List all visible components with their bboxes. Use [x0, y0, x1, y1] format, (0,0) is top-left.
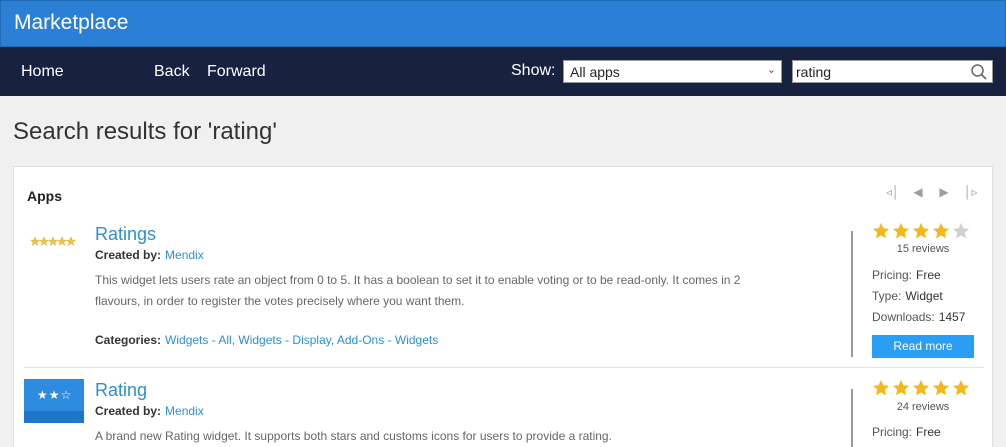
- search-input[interactable]: rating: [792, 60, 993, 83]
- created-by-label: Created by:: [95, 404, 162, 418]
- star-filled-icon: [892, 222, 910, 239]
- star-filled-icon: [932, 379, 950, 396]
- creator-link[interactable]: Mendix: [165, 248, 204, 262]
- search-icon[interactable]: [970, 63, 988, 81]
- pricing-value: Free: [916, 425, 941, 439]
- created-by: Created by: Mendix: [95, 248, 204, 262]
- read-more-button[interactable]: Read more: [872, 335, 974, 358]
- title-bar: Marketplace: [0, 0, 1006, 47]
- app-description: This widget lets users rate an object fr…: [95, 270, 755, 312]
- last-page-icon[interactable]: │▹: [964, 185, 978, 199]
- star-filled-icon: [912, 379, 930, 396]
- type-label: Type:: [872, 289, 902, 303]
- forward-link[interactable]: Forward: [207, 63, 266, 81]
- show-label: Show:: [511, 62, 556, 79]
- created-by-label: Created by:: [95, 248, 162, 262]
- creator-link[interactable]: Mendix: [165, 404, 204, 418]
- pricing-label: Pricing:: [872, 268, 913, 282]
- type-value: Widget: [905, 289, 943, 303]
- pager: ◃│ ◀ ▶ │▹: [886, 185, 978, 199]
- prev-page-icon[interactable]: ◀: [912, 185, 924, 199]
- reviews-count: 15 reviews: [896, 243, 950, 255]
- ratings-thumbnail[interactable]: [30, 236, 80, 248]
- star-filled-icon: [932, 222, 950, 239]
- downloads-value: 1457: [938, 310, 966, 324]
- next-page-icon[interactable]: ▶: [938, 185, 950, 199]
- star-filled-icon: [912, 222, 930, 239]
- thumbnail-band: [24, 411, 84, 423]
- app-title: Marketplace: [14, 11, 129, 34]
- app-filter-select[interactable]: All apps ⌄: [563, 60, 782, 83]
- divider: [24, 367, 984, 368]
- results-panel: Apps ◃│ ◀ ▶ │▹ Ratings Created by: Mendix…: [13, 166, 993, 447]
- downloads-label: Downloads:: [872, 310, 935, 324]
- home-link[interactable]: Home: [21, 63, 64, 81]
- categories-links[interactable]: Widgets - All, Widgets - Display, Add-On…: [165, 333, 438, 347]
- type-stat: Type: Widget: [872, 289, 943, 303]
- star-filled-icon: [872, 379, 890, 396]
- divider: [851, 231, 853, 357]
- app-name-link[interactable]: Ratings: [95, 224, 156, 245]
- search-value: rating: [796, 64, 832, 80]
- star-rating: [872, 379, 970, 397]
- pricing-stat: Pricing: Free: [872, 268, 941, 282]
- description-line: flavours, in order to register the votes…: [95, 294, 465, 308]
- app-description: A brand new Rating widget. It supports b…: [95, 426, 755, 447]
- star-filled-icon: [872, 222, 890, 239]
- first-page-icon[interactable]: ◃│: [886, 185, 900, 199]
- reviews-count: 24 reviews: [896, 401, 950, 413]
- categories-label: Categories:: [95, 333, 162, 347]
- description-line: A brand new Rating widget. It supports b…: [95, 429, 612, 443]
- star-empty-icon: [952, 222, 970, 239]
- app-filter-value: All apps: [570, 64, 620, 80]
- downloads-stat: Downloads: 1457: [872, 310, 965, 324]
- pricing-stat: Pricing: Free: [872, 425, 941, 439]
- star-rating: [872, 222, 970, 240]
- created-by: Created by: Mendix: [95, 404, 204, 418]
- star-filled-icon: [892, 379, 910, 396]
- pricing-value: Free: [916, 268, 941, 282]
- divider: [851, 389, 853, 447]
- star-filled-icon: [952, 379, 970, 396]
- stars-icon: ★★☆: [37, 388, 73, 402]
- chevron-down-icon: ⌄: [766, 64, 776, 76]
- categories: Categories: Widgets - All, Widgets - Disp…: [95, 333, 438, 347]
- rating-thumbnail[interactable]: ★★☆: [24, 379, 84, 423]
- pricing-label: Pricing:: [872, 425, 913, 439]
- app-name-link[interactable]: Rating: [95, 380, 147, 401]
- page-title: Search results for 'rating': [13, 118, 277, 145]
- description-line: This widget lets users rate an object fr…: [95, 273, 741, 287]
- back-link[interactable]: Back: [154, 63, 190, 81]
- apps-section-label: Apps: [27, 188, 62, 204]
